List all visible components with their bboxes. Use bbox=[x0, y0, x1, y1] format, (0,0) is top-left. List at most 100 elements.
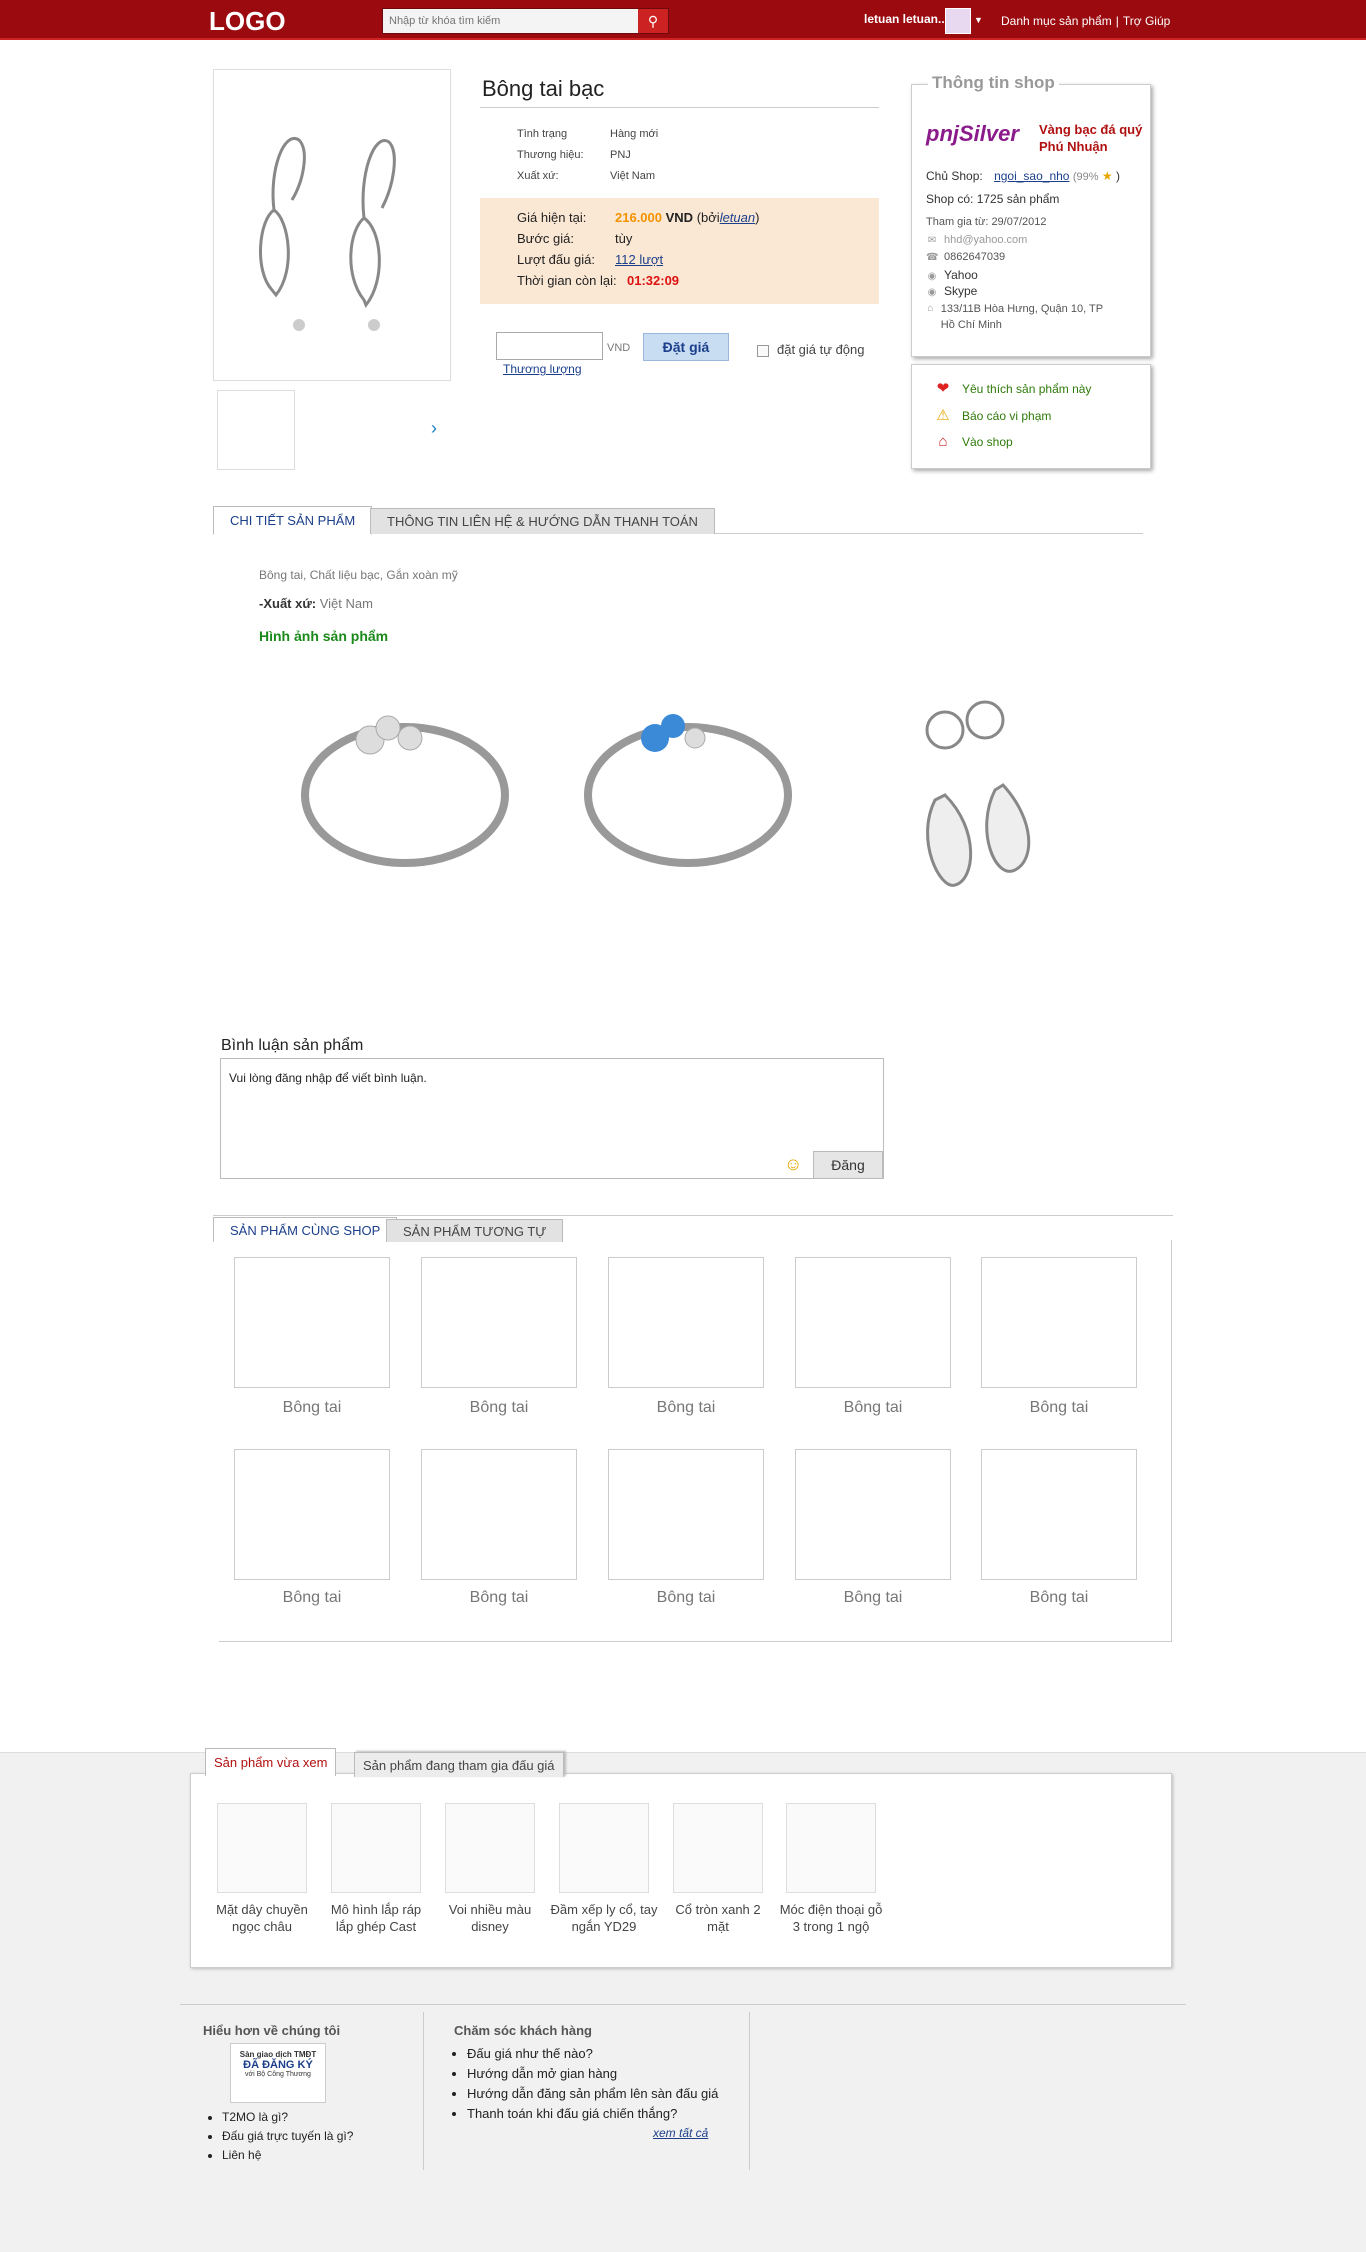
recent-item-name[interactable]: Đầm xếp ly cổ, tay ngắn YD29 bbox=[549, 1901, 659, 1935]
tabs-divider bbox=[213, 1215, 1173, 1216]
nav-help[interactable]: Trợ Giúp bbox=[1119, 14, 1174, 28]
recent-item-image[interactable] bbox=[445, 1803, 535, 1893]
emoji-icon[interactable]: ☺ bbox=[784, 1154, 802, 1175]
shop-yahoo[interactable]: Yahoo bbox=[944, 268, 978, 282]
recent-item[interactable]: Voi nhiều màu disney bbox=[435, 1803, 545, 1935]
footer-separator bbox=[423, 2012, 424, 2170]
bid-amount-input[interactable] bbox=[496, 332, 603, 360]
footer-separator bbox=[749, 2012, 750, 2170]
comments-title: Bình luận sản phẩm bbox=[221, 1037, 364, 1054]
recent-item[interactable]: Mô hình lắp ráp lắp ghép Cast bbox=[321, 1803, 431, 1935]
related-product-name[interactable]: Bông tai bbox=[234, 1399, 390, 1417]
related-product-image[interactable] bbox=[981, 1449, 1137, 1580]
recent-item-image[interactable] bbox=[331, 1803, 421, 1893]
bidder-link[interactable]: letuan bbox=[720, 210, 755, 225]
related-product-image[interactable] bbox=[421, 1449, 577, 1580]
search-button[interactable]: ⚲ bbox=[638, 9, 668, 33]
recent-item-name[interactable]: Mặt dây chuyền ngọc châu bbox=[207, 1901, 317, 1935]
images-title: Hình ảnh sản phẩm bbox=[259, 628, 389, 644]
recent-item-image[interactable] bbox=[217, 1803, 307, 1893]
tab-product-details[interactable]: CHI TIẾT SẢN PHẨM bbox=[213, 506, 373, 535]
see-all-link[interactable]: xem tất cả bbox=[653, 2126, 708, 2140]
footer-link[interactable]: Liên hệ bbox=[222, 2146, 353, 2165]
related-product-name[interactable]: Bông tai bbox=[795, 1399, 951, 1417]
autobid-option[interactable]: đặt giá tự động bbox=[757, 342, 865, 357]
recent-item-image[interactable] bbox=[786, 1803, 876, 1893]
recent-item[interactable]: Mặt dây chuyền ngọc châu bbox=[207, 1803, 317, 1935]
search-input[interactable] bbox=[383, 9, 638, 33]
recent-item[interactable]: Móc điện thoại gỗ 3 trong 1 ngộ bbox=[776, 1803, 886, 1935]
shop-logo[interactable]: pnjSilver bbox=[926, 121, 1019, 147]
footer-link[interactable]: Thanh toán khi đấu giá chiến thắng? bbox=[467, 2104, 718, 2124]
bids-count-link[interactable]: 112 lượt bbox=[615, 252, 663, 267]
related-product-name[interactable]: Bông tai bbox=[795, 1589, 951, 1607]
user-menu-name[interactable]: letuan letuan... bbox=[864, 12, 948, 26]
related-product-image[interactable] bbox=[795, 1449, 951, 1580]
shop-skype[interactable]: Skype bbox=[944, 284, 977, 298]
related-product-name[interactable]: Bông tai bbox=[608, 1589, 764, 1607]
related-product-name[interactable]: Bông tai bbox=[608, 1399, 764, 1417]
product-title: Bông tai bạc bbox=[482, 76, 605, 101]
related-product-image[interactable] bbox=[234, 1257, 390, 1388]
owner-link[interactable]: ngoi_sao_nho bbox=[994, 169, 1069, 183]
related-product-name[interactable]: Bông tai bbox=[981, 1399, 1137, 1417]
nav-categories[interactable]: Danh mục sản phẩm bbox=[997, 14, 1116, 28]
visit-shop-link[interactable]: ⌂ Vào shop bbox=[932, 433, 1012, 450]
related-product-image[interactable] bbox=[234, 1449, 390, 1580]
post-comment-button[interactable]: Đăng bbox=[813, 1151, 883, 1179]
tab-same-shop[interactable]: SẢN PHẨM CÙNG SHOP bbox=[213, 1217, 398, 1242]
footer-link[interactable]: T2MO là gì? bbox=[222, 2108, 353, 2127]
thumbnail[interactable] bbox=[377, 390, 455, 470]
autobid-checkbox[interactable] bbox=[757, 344, 769, 357]
footer-link[interactable]: Đấu giá trực tuyến là gì? bbox=[222, 2127, 353, 2146]
related-product-name[interactable]: Bông tai bbox=[421, 1399, 577, 1417]
tab-similar[interactable]: SẢN PHẨM TƯƠNG TỰ bbox=[386, 1219, 564, 1242]
recent-item[interactable]: Cổ tròn xanh 2 mặt bbox=[663, 1803, 773, 1935]
thumbnail[interactable] bbox=[301, 390, 379, 470]
thumbnail[interactable] bbox=[217, 390, 295, 470]
step-value: tùy bbox=[615, 231, 633, 246]
time-left: 01:32:09 bbox=[627, 273, 680, 288]
divider bbox=[480, 107, 879, 108]
tab-recently-viewed[interactable]: Sản phẩm vừa xem bbox=[205, 1748, 337, 1776]
related-product-name[interactable]: Bông tai bbox=[981, 1589, 1137, 1607]
recent-item-name[interactable]: Voi nhiều màu disney bbox=[435, 1901, 545, 1935]
recent-item-name[interactable]: Cổ tròn xanh 2 mặt bbox=[663, 1901, 773, 1935]
related-product-image[interactable] bbox=[608, 1449, 764, 1580]
favorite-link[interactable]: ❤ Yêu thích sản phẩm này bbox=[932, 379, 1092, 397]
footer-link[interactable]: Đấu giá như thế nào? bbox=[467, 2044, 718, 2064]
related-product-image[interactable] bbox=[795, 1257, 951, 1388]
star-icon: ★ bbox=[1101, 169, 1113, 183]
avatar[interactable] bbox=[945, 8, 971, 34]
footer-link[interactable]: Hướng dẫn đăng sản phẩm lên sàn đấu giá bbox=[467, 2084, 718, 2104]
tab-contact-payment[interactable]: THÔNG TIN LIÊN HỆ & HƯỚNG DẪN THANH TOÁN bbox=[370, 508, 715, 534]
related-product-image[interactable] bbox=[421, 1257, 577, 1388]
product-image-bracelet bbox=[290, 690, 520, 910]
footer-about-title: Hiểu hơn về chúng tôi bbox=[203, 2023, 341, 2038]
product-attributes: Tình trạng Hàng mới Thương hiệu: PNJ Xuất … bbox=[517, 128, 658, 191]
footer-link[interactable]: Hướng dẫn mở gian hàng bbox=[467, 2064, 718, 2084]
negotiate-link[interactable]: Thương lượng bbox=[503, 362, 582, 376]
recent-item[interactable]: Đầm xếp ly cổ, tay ngắn YD29 bbox=[549, 1803, 659, 1935]
shop-name[interactable]: Vàng bạc đá quý Phú Nhuận bbox=[1039, 121, 1149, 155]
product-main-image[interactable] bbox=[213, 69, 451, 381]
tab-active-auctions[interactable]: Sản phẩm đang tham gia đấu giá bbox=[354, 1752, 564, 1777]
shop-email: hhd@yahoo.com bbox=[944, 234, 1028, 246]
place-bid-button[interactable]: Đặt giá bbox=[643, 333, 729, 361]
search-icon: ⚲ bbox=[647, 13, 659, 29]
owner-label: Chủ Shop: bbox=[926, 169, 983, 183]
recent-item-image[interactable] bbox=[559, 1803, 649, 1893]
recent-item-name[interactable]: Móc điện thoại gỗ 3 trong 1 ngộ bbox=[776, 1901, 886, 1935]
report-link[interactable]: ⚠ Báo cáo vi phạm bbox=[932, 406, 1051, 424]
chevron-right-icon[interactable]: › bbox=[431, 418, 437, 439]
chevron-down-icon[interactable]: ▼ bbox=[974, 15, 983, 25]
related-product-name[interactable]: Bông tai bbox=[421, 1589, 577, 1607]
related-product-name[interactable]: Bông tai bbox=[234, 1589, 390, 1607]
registered-badge[interactable]: Sàn giao dịch TMĐT ĐÃ ĐĂNG KÝ với Bộ Côn… bbox=[230, 2043, 326, 2103]
site-logo[interactable]: LOGO bbox=[209, 6, 286, 37]
recent-item-image[interactable] bbox=[673, 1803, 763, 1893]
related-product-image[interactable] bbox=[608, 1257, 764, 1388]
related-product-image[interactable] bbox=[981, 1257, 1137, 1388]
recent-item-name[interactable]: Mô hình lắp ráp lắp ghép Cast bbox=[321, 1901, 431, 1935]
comment-input[interactable]: Vui lòng đăng nhập để viết bình luận. ☺ … bbox=[220, 1058, 884, 1179]
